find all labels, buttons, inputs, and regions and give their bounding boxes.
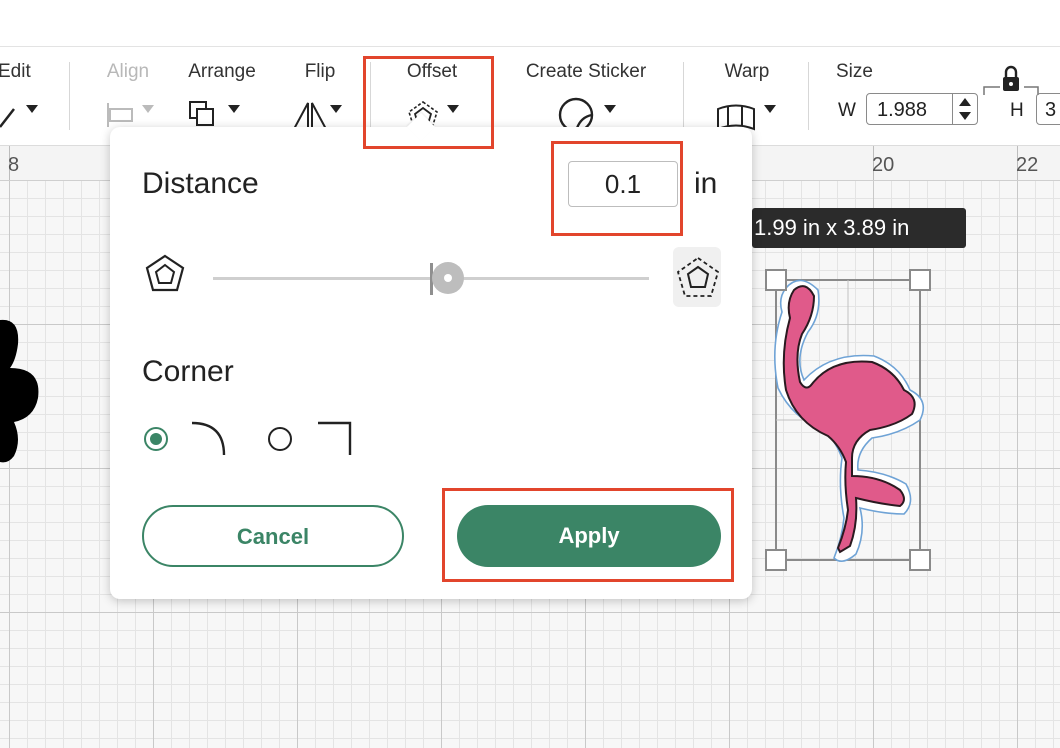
arrange-label: Arrange — [188, 61, 256, 82]
arrange-tool[interactable]: Arrange — [182, 61, 262, 126]
chevron-down-icon — [764, 105, 776, 113]
outset-shape-button[interactable] — [673, 247, 721, 307]
arrange-icon — [189, 101, 214, 126]
create-sticker-label: Create Sticker — [525, 61, 647, 82]
chevron-down-icon — [330, 105, 342, 113]
inset-shape-icon[interactable] — [143, 252, 187, 296]
dimensions-text: 1.99 in x 3.89 in — [754, 215, 910, 240]
flip-tool[interactable]: Flip — [290, 61, 350, 130]
size-label: Size — [836, 61, 873, 82]
ruler-label: 22 — [1016, 154, 1039, 176]
lock-icon[interactable] — [982, 63, 1042, 99]
offset-popup: Distance 0.1 in Corner Cancel Apply — [110, 112, 752, 599]
width-stepper[interactable] — [952, 94, 977, 124]
corner-rounded-radio[interactable] — [144, 427, 168, 451]
corner-label: Corner — [142, 355, 234, 388]
cancel-button[interactable]: Cancel — [142, 505, 404, 567]
warp-label: Warp — [724, 61, 770, 82]
black-flower-shape[interactable] — [0, 312, 44, 464]
chevron-down-icon — [447, 105, 459, 113]
create-sticker-tool[interactable]: Create Sticker — [516, 61, 656, 133]
height-prefix: H — [1010, 100, 1024, 121]
square-corner-icon — [318, 421, 352, 455]
edit-tool[interactable]: Edit — [0, 61, 58, 128]
pencil-icon — [0, 108, 15, 128]
distance-input[interactable]: 0.1 — [568, 161, 678, 207]
flamingo-selection[interactable] — [760, 262, 940, 582]
width-prefix: W — [838, 100, 856, 121]
distance-label: Distance — [142, 167, 259, 200]
width-input[interactable]: 1.988 — [866, 93, 978, 125]
top-bar — [0, 0, 1060, 47]
align-icon — [107, 103, 133, 127]
distance-unit: in — [694, 167, 718, 200]
outset-shape-icon — [676, 256, 720, 297]
toolbar-divider — [370, 62, 371, 130]
offset-tool[interactable]: Offset — [392, 61, 472, 129]
apply-button[interactable]: Apply — [457, 505, 721, 567]
height-value: 3 — [1045, 99, 1057, 121]
ruler-label: 20 — [872, 154, 895, 176]
warp-tool[interactable]: Warp — [712, 61, 782, 131]
align-label: Align — [106, 61, 150, 82]
offset-label: Offset — [406, 61, 458, 82]
chevron-down-icon — [26, 105, 38, 113]
corner-square-radio[interactable] — [268, 427, 292, 451]
ruler-label: 8 — [8, 154, 20, 176]
rounded-corner-icon — [191, 421, 226, 456]
toolbar-divider — [808, 62, 809, 130]
toolbar-divider — [683, 62, 684, 130]
dimensions-tooltip: 1.99 in x 3.89 in — [752, 208, 966, 248]
toolbar-divider — [69, 62, 70, 130]
edit-label: Edit — [0, 61, 31, 82]
chevron-down-icon — [142, 105, 154, 113]
width-value: 1.988 — [877, 99, 928, 121]
flip-label: Flip — [304, 61, 336, 82]
offset-slider-knob[interactable] — [432, 262, 465, 294]
stepper-arrows-icon — [959, 98, 971, 120]
chevron-down-icon — [604, 105, 616, 113]
flip-icon — [292, 102, 328, 130]
align-tool: Align — [98, 61, 158, 127]
chevron-down-icon — [228, 105, 240, 113]
height-input[interactable]: 3 — [1036, 93, 1060, 125]
